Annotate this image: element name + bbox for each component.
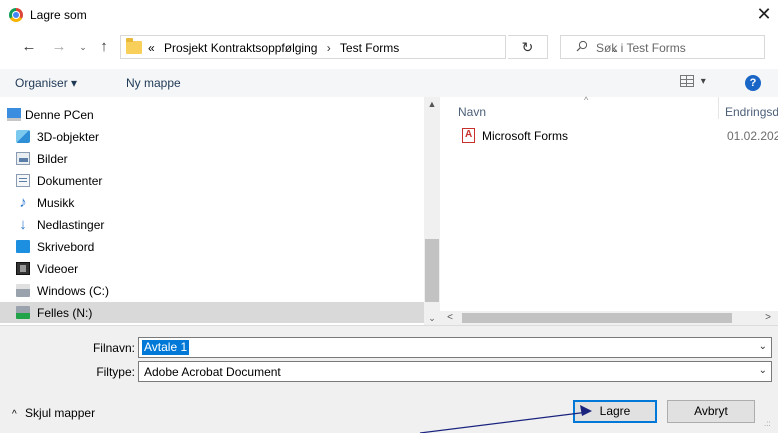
resize-grip-icon[interactable]: .:: [764, 419, 774, 429]
pdf-icon [462, 128, 475, 143]
tree-item-label: Bilder [37, 152, 68, 166]
downloads-icon: ↓ [19, 216, 27, 233]
view-grid-icon [680, 75, 694, 87]
drive-icon [16, 284, 30, 297]
forward-arrow-icon[interactable]: → [50, 37, 68, 57]
tree-item-label: Denne PCen [25, 108, 94, 122]
tree-item-label: 3D-objekter [37, 130, 100, 144]
view-options-button[interactable]: ▾ [680, 75, 714, 91]
title-bar: Lagre som ✕ [0, 0, 778, 31]
sort-ascending-icon: ^ [584, 95, 589, 105]
close-icon[interactable]: ✕ [754, 3, 774, 25]
hide-folders-button[interactable]: ^ Skjul mapper [12, 406, 95, 420]
navigation-pane: Denne PCen 3D-objekter Bilder Dokumenter… [0, 97, 440, 324]
view-caret-icon: ▾ [700, 75, 706, 87]
3d-objects-icon [16, 130, 30, 143]
tree-item-3d-objekter[interactable]: 3D-objekter [0, 126, 424, 147]
refresh-icon[interactable]: ↻ [508, 35, 548, 59]
column-divider[interactable] [718, 97, 719, 119]
command-bar: Organiser ▾ Ny mappe ▾ ? [0, 69, 778, 97]
scroll-right-icon[interactable]: > [762, 311, 774, 325]
filename-input-value[interactable]: Avtale 1 [142, 340, 190, 355]
scroll-down-icon[interactable]: ⌄ [424, 311, 440, 325]
tree-item-felles-n[interactable]: Felles (N:) [0, 302, 424, 323]
tree-item-skrivebord[interactable]: Skrivebord [0, 236, 424, 257]
scroll-left-icon[interactable]: < [444, 311, 456, 325]
filetype-label: Filtype: [96, 365, 135, 379]
breadcrumb-item-prosjekt[interactable]: Prosjekt Kontraktsoppfølging [164, 41, 317, 55]
breadcrumb-separator[interactable]: › [327, 41, 331, 55]
music-icon: ♪ [19, 194, 27, 211]
chevron-up-icon: ^ [12, 409, 17, 420]
column-header-date-modified[interactable]: Endringsd [725, 105, 778, 119]
tree-item-label: Skrivebord [37, 240, 95, 254]
tree-item-denne-pcen[interactable]: Denne PCen [0, 104, 424, 125]
chrome-icon [9, 8, 23, 22]
documents-icon [16, 174, 30, 187]
hide-folders-label: Skjul mapper [25, 406, 96, 420]
network-drive-icon [16, 306, 30, 319]
search-box[interactable] [560, 35, 765, 59]
window-title: Lagre som [30, 8, 87, 22]
filetype-selected-value: Adobe Acrobat Document [144, 365, 281, 379]
filename-label: Filnavn: [92, 341, 135, 355]
tree-item-videoer[interactable]: Videoer [0, 258, 424, 279]
tree-item-label: Nedlastinger [37, 218, 105, 232]
new-folder-button[interactable]: Ny mappe [126, 76, 181, 90]
recent-locations-chevron-icon[interactable]: ⌄ [76, 37, 90, 57]
videos-icon [16, 262, 30, 275]
save-form: Filnavn: Avtale 1 ⌄ Filtype: Adobe Acrob… [0, 326, 778, 433]
tree-item-musikk[interactable]: ♪ Musikk [0, 192, 424, 213]
tree-item-label: Windows (C:) [37, 284, 110, 298]
search-icon [576, 40, 588, 52]
desktop-icon [16, 240, 30, 253]
navigation-pane-scrollbar[interactable]: ▲ [424, 97, 440, 324]
file-list-horizontal-scrollbar[interactable]: < > [440, 311, 778, 325]
breadcrumb-item-test-forms[interactable]: Test Forms [340, 41, 399, 55]
tree-item-dokumenter[interactable]: Dokumenter [0, 170, 424, 191]
help-icon[interactable]: ? [745, 75, 761, 91]
breadcrumb: « Prosjekt Kontraktsoppfølging › Test Fo… [148, 41, 399, 55]
file-row[interactable]: Microsoft Forms 01.02.202 [448, 126, 778, 146]
back-arrow-icon[interactable]: ← [20, 37, 38, 57]
up-arrow-icon[interactable]: ↑ [96, 37, 112, 57]
search-input[interactable] [596, 39, 756, 56]
chevron-down-icon[interactable]: ⌄ [759, 341, 767, 352]
column-header-name[interactable]: Navn [458, 105, 486, 119]
address-bar[interactable]: « Prosjekt Kontraktsoppfølging › Test Fo… [120, 35, 619, 59]
tree-item-label: Musikk [37, 196, 75, 210]
filetype-select[interactable]: Adobe Acrobat Document ⌄ [138, 361, 772, 382]
scrollbar-thumb[interactable] [425, 239, 439, 302]
folder-icon [126, 38, 142, 54]
scrollbar-thumb[interactable] [462, 313, 732, 323]
tree-item-bilder[interactable]: Bilder [0, 148, 424, 169]
tree-item-label: Dokumenter [37, 174, 103, 188]
file-list: Navn ^ Endringsd Microsoft Forms 01.02.2… [448, 95, 778, 312]
chevron-down-icon[interactable]: ⌄ [759, 365, 767, 376]
filename-field[interactable]: Avtale 1 ⌄ [138, 337, 772, 358]
pictures-icon [16, 152, 30, 165]
tree-item-windows-c[interactable]: Windows (C:) [0, 280, 424, 301]
navigation-bar: ← → ⌄ ↑ « Prosjekt Kontraktsoppfølging ›… [0, 31, 778, 63]
file-date: 01.02.202 [727, 129, 778, 143]
tree-item-label: Videoer [37, 262, 79, 276]
scroll-up-icon[interactable]: ▲ [424, 97, 440, 111]
save-button[interactable]: Lagre [573, 400, 657, 423]
pc-icon [7, 108, 21, 121]
tree-item-nedlastinger[interactable]: ↓ Nedlastinger [0, 214, 424, 235]
organize-menu-button[interactable]: Organiser ▾ [15, 76, 77, 90]
tree-item-label: Felles (N:) [37, 306, 93, 320]
breadcrumb-overflow[interactable]: « [148, 41, 155, 55]
cancel-button[interactable]: Avbryt [667, 400, 755, 423]
file-name: Microsoft Forms [482, 129, 569, 143]
